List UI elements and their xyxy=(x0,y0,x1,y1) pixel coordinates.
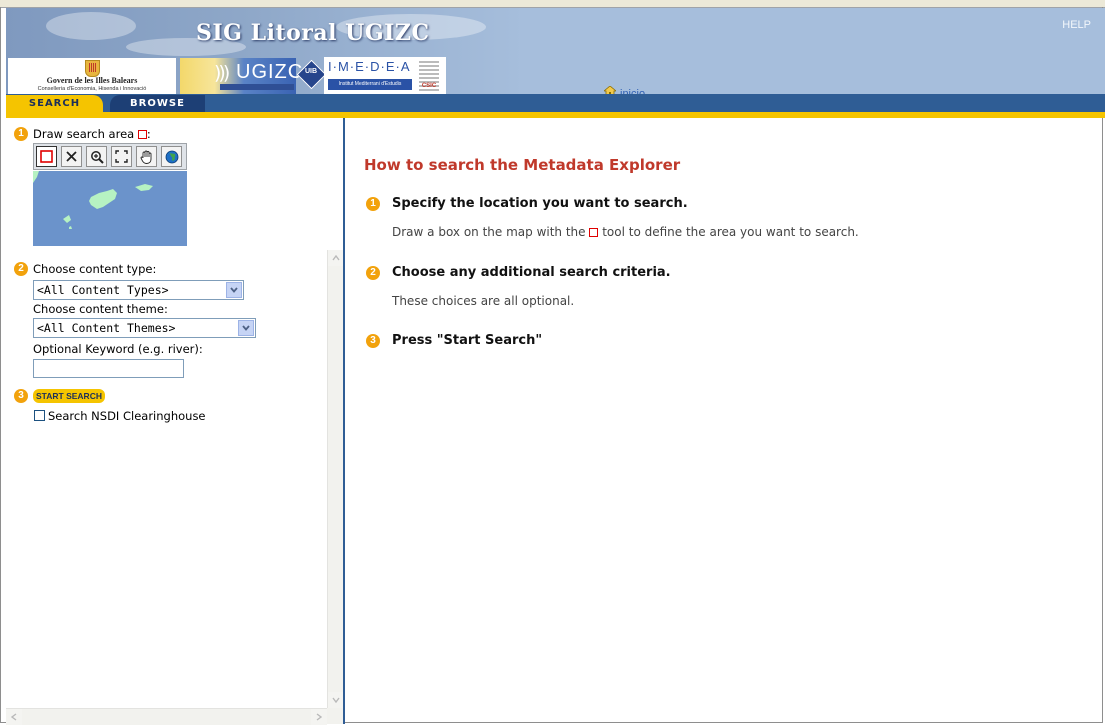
help-step-2-title: Choose any additional search criteria. xyxy=(392,265,671,280)
draw-box-icon xyxy=(589,228,599,237)
imedea-logo-subtitle: Institut Mediterrani d'Estudis Avançats xyxy=(328,79,412,94)
help-step-3-badge: 3 xyxy=(366,334,380,348)
draw-box-tool-icon[interactable] xyxy=(36,146,57,167)
scroll-up-icon[interactable] xyxy=(328,250,344,266)
ugizc-logo-text: UGIZC xyxy=(236,61,304,83)
map-toolbar xyxy=(33,143,187,170)
step-1-badge: 1 xyxy=(14,127,28,141)
imedea-logo: I·M·E·D·E·A Institut Mediterrani d'Estud… xyxy=(324,57,446,94)
nsdi-clearinghouse-label: Search NSDI Clearinghouse xyxy=(48,409,206,423)
search-area-map[interactable] xyxy=(33,171,187,246)
chevron-down-icon[interactable] xyxy=(226,282,242,298)
help-step-1-badge: 1 xyxy=(366,197,380,211)
content-theme-label: Choose content theme: xyxy=(33,302,168,316)
pan-hand-icon[interactable] xyxy=(136,146,157,167)
help-link[interactable]: HELP xyxy=(1062,19,1091,31)
horizontal-scrollbar[interactable] xyxy=(6,708,327,725)
site-header: SIG Litoral UGIZC HELP Govern de les Ill… xyxy=(6,8,1105,94)
imedea-logo-text: I·M·E·D·E·A xyxy=(328,59,411,74)
globe-icon[interactable] xyxy=(161,146,182,167)
content-type-value: <All Content Types> xyxy=(37,283,169,297)
draw-box-icon xyxy=(137,130,147,139)
draw-search-area-colon: : xyxy=(146,127,151,141)
ugizc-logo-subtitle xyxy=(220,84,294,90)
content-type-label: Choose content type: xyxy=(33,262,157,276)
draw-search-area-label: Draw search area : xyxy=(33,127,151,141)
full-extent-icon[interactable] xyxy=(111,146,132,167)
draw-search-area-text: Draw search area xyxy=(33,127,135,141)
help-step-1-description: Draw a box on the map with the tool to d… xyxy=(392,225,859,239)
nsdi-clearinghouse-checkbox[interactable] xyxy=(34,410,45,421)
start-search-button[interactable]: START SEARCH xyxy=(33,389,105,403)
uib-logo-text: UIB xyxy=(304,68,318,75)
scroll-left-icon[interactable] xyxy=(6,709,22,725)
help-step-2-description: These choices are all optional. xyxy=(392,294,575,308)
ugizc-logo: ))) UGIZC xyxy=(180,58,302,94)
govern-illes-balears-logo: Govern de les Illes Balears Conselleria … xyxy=(8,58,176,94)
crest-icon xyxy=(85,60,100,77)
panel-divider xyxy=(343,118,345,724)
scroll-down-icon[interactable] xyxy=(328,692,344,708)
tab-browse[interactable]: BROWSE xyxy=(110,95,205,112)
clear-icon[interactable] xyxy=(61,146,82,167)
scroll-right-icon[interactable] xyxy=(311,709,327,725)
site-title: SIG Litoral UGIZC xyxy=(196,20,430,46)
chevron-down-icon[interactable] xyxy=(238,320,254,336)
step-3-badge: 3 xyxy=(14,389,28,403)
keyword-input[interactable] xyxy=(33,359,184,378)
content-theme-value: <All Content Themes> xyxy=(37,321,176,335)
help-step-1-title: Specify the location you want to search. xyxy=(392,196,688,211)
ugizc-swoosh-icon: ))) xyxy=(214,62,230,84)
content-type-select[interactable]: <All Content Types> xyxy=(33,280,244,300)
help-step-1-desc-start: Draw a box on the map with the xyxy=(392,225,586,239)
header-wave-decoration xyxy=(46,12,136,40)
help-step-1-desc-end: tool to define the area you want to sear… xyxy=(602,225,859,239)
govern-logo-name: Govern de les Illes Balears xyxy=(46,76,138,85)
help-step-2-badge: 2 xyxy=(366,266,380,280)
govern-logo-department: Conselleria d'Economia, Hisenda i Innova… xyxy=(37,86,147,92)
help-step-3-title: Press "Start Search" xyxy=(392,333,543,348)
content-theme-select[interactable]: <All Content Themes> xyxy=(33,318,256,338)
step-2-badge: 2 xyxy=(14,262,28,276)
keyword-label: Optional Keyword (e.g. river): xyxy=(33,342,203,356)
zoom-in-icon[interactable] xyxy=(86,146,107,167)
tab-search[interactable]: SEARCH xyxy=(6,95,103,112)
home-icon[interactable] xyxy=(604,86,616,94)
csic-logo-text: CSIC xyxy=(421,83,437,89)
help-title: How to search the Metadata Explorer xyxy=(364,156,681,174)
vertical-scrollbar[interactable] xyxy=(327,250,344,708)
scrollbar-corner xyxy=(327,708,343,724)
